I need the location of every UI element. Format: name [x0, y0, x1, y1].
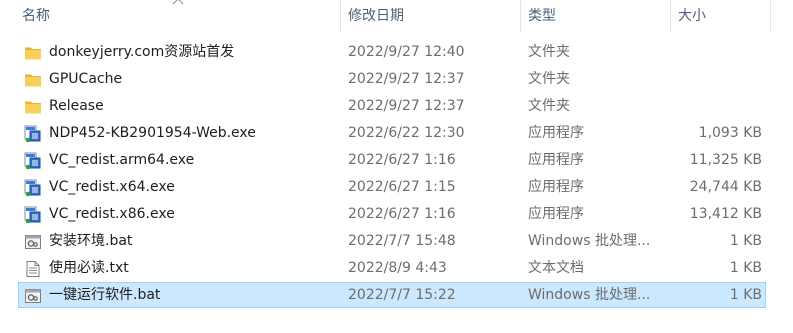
file-row[interactable]: VC_redist.arm64.exe 2022/6/27 1:16 应用程序 … [18, 147, 766, 173]
batch-file-icon [24, 287, 42, 305]
file-size: 13,412 KB [689, 206, 762, 222]
text-file-icon [24, 260, 42, 278]
file-date-modified: 2022/9/27 12:37 [348, 98, 465, 114]
column-header-name[interactable]: 名称 [18, 0, 340, 32]
folder-icon [24, 98, 42, 116]
file-row[interactable]: 使用必读.txt 2022/8/9 4:43 文本文档 1 KB [18, 255, 766, 281]
batch-file-icon [24, 233, 42, 251]
file-name: VC_redist.arm64.exe [49, 152, 195, 168]
column-divider[interactable] [670, 0, 671, 32]
file-size [669, 67, 762, 91]
file-row[interactable]: VC_redist.x86.exe 2022/6/27 1:16 应用程序 13… [18, 201, 766, 227]
file-date-modified: 2022/6/27 1:15 [348, 179, 456, 195]
column-header-date-modified[interactable]: 修改日期 [344, 0, 520, 32]
column-divider[interactable] [520, 0, 521, 32]
file-explorer: 名称 修改日期 类型 大小 donkeyjerry.com资源站首发 2022/… [0, 0, 793, 333]
file-name: 一键运行软件.bat [49, 287, 161, 303]
file-type: 文本文档 [528, 260, 584, 276]
file-date-modified: 2022/8/9 4:43 [348, 260, 447, 276]
file-name: 安装环境.bat [49, 233, 133, 249]
file-size: 1 KB [729, 287, 762, 303]
file-row[interactable]: 安装环境.bat 2022/7/7 15:48 Windows 批处理... 1… [18, 228, 766, 254]
folder-icon [24, 44, 42, 62]
file-name: donkeyjerry.com资源站首发 [49, 44, 235, 60]
file-type: 文件夹 [528, 71, 570, 87]
file-row[interactable]: NDP452-KB2901954-Web.exe 2022/6/22 12:30… [18, 120, 766, 146]
installer-icon [24, 152, 42, 170]
file-type: Windows 批处理... [528, 233, 651, 249]
file-name: VC_redist.x64.exe [49, 179, 175, 195]
file-type: 应用程序 [528, 206, 584, 222]
file-size: 1 KB [729, 233, 762, 249]
file-date-modified: 2022/9/27 12:37 [348, 71, 465, 87]
installer-icon [24, 125, 42, 143]
file-row[interactable]: donkeyjerry.com资源站首发 2022/9/27 12:40 文件夹 [18, 39, 766, 65]
file-size [669, 94, 762, 118]
file-type: 应用程序 [528, 152, 584, 168]
file-date-modified: 2022/9/27 12:40 [348, 44, 465, 60]
file-name: NDP452-KB2901954-Web.exe [49, 125, 256, 141]
file-row[interactable]: VC_redist.x64.exe 2022/6/27 1:15 应用程序 24… [18, 174, 766, 200]
file-date-modified: 2022/7/7 15:48 [348, 233, 456, 249]
file-size: 1 KB [729, 260, 762, 276]
file-name: GPUCache [49, 71, 123, 87]
file-size: 1,093 KB [698, 125, 762, 141]
column-divider[interactable] [770, 0, 771, 32]
column-header-size[interactable]: 大小 [674, 0, 770, 32]
file-size [669, 40, 762, 64]
file-name: 使用必读.txt [49, 260, 129, 276]
folder-icon [24, 71, 42, 89]
file-date-modified: 2022/7/7 15:22 [348, 287, 456, 303]
file-row[interactable]: Release 2022/9/27 12:37 文件夹 [18, 93, 766, 119]
installer-icon [24, 179, 42, 197]
file-date-modified: 2022/6/22 12:30 [348, 125, 465, 141]
file-type: 文件夹 [528, 98, 570, 114]
column-header-row: 名称 修改日期 类型 大小 [0, 0, 793, 32]
installer-icon [24, 206, 42, 224]
file-name: Release [49, 98, 104, 114]
file-type: Windows 批处理... [528, 287, 651, 303]
file-date-modified: 2022/6/27 1:16 [348, 152, 456, 168]
file-row[interactable]: 一键运行软件.bat 2022/7/7 15:22 Windows 批处理...… [18, 282, 766, 308]
column-header-type[interactable]: 类型 [524, 0, 670, 32]
file-date-modified: 2022/6/27 1:16 [348, 206, 456, 222]
column-divider[interactable] [340, 0, 341, 32]
file-size: 11,325 KB [689, 152, 762, 168]
file-type: 应用程序 [528, 179, 584, 195]
file-size: 24,744 KB [689, 179, 762, 195]
file-type: 应用程序 [528, 125, 584, 141]
file-row[interactable]: GPUCache 2022/9/27 12:37 文件夹 [18, 66, 766, 92]
file-type: 文件夹 [528, 44, 570, 60]
file-name: VC_redist.x86.exe [49, 206, 175, 222]
